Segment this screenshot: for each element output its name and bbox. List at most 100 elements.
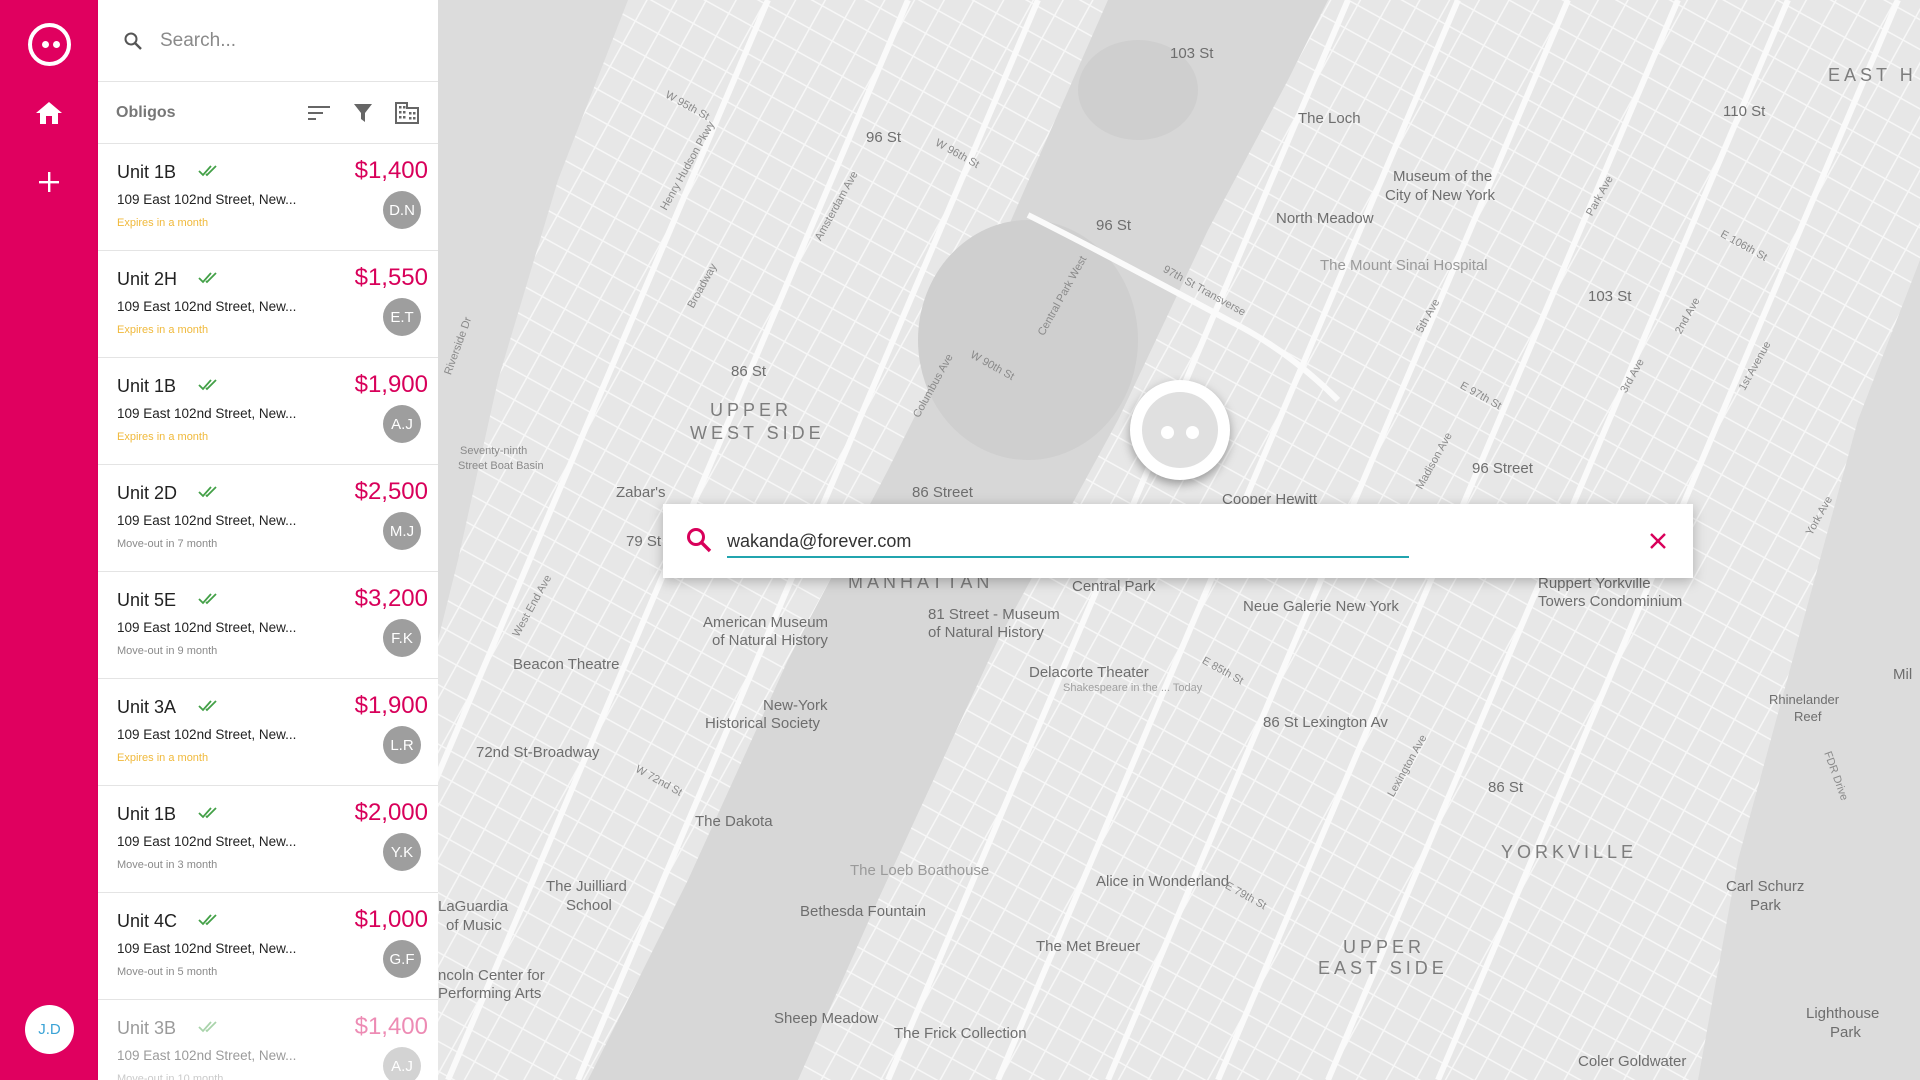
add-button[interactable] [29,162,69,202]
map-search-icon [687,528,712,553]
filter-button[interactable] [348,98,378,128]
map-label-sheep-meadow: Sheep Meadow [774,1010,879,1027]
map-label-the-loch: The Loch [1298,110,1361,127]
address-label: 109 East 102nd Street, New... [117,513,297,528]
building-button[interactable] [392,98,422,128]
unit-label: Unit 1B [117,804,177,824]
app-logo-icon[interactable] [28,23,71,66]
map-label-nyhs-2: Historical Society [705,715,821,732]
map-label-amnh-2: of Natural History [712,632,828,649]
map-label-central-park: Central Park [1072,578,1156,595]
map-label-museum-city-2: City of New York [1385,187,1496,204]
lease-status: Move-out in 9 month [117,645,218,657]
double-check-icon [198,700,217,712]
listing-item[interactable]: Unit 3B $1,400 109 East 102nd Street, New.… [98,1000,438,1080]
tenant-avatar[interactable]: L.R [383,726,421,764]
double-check-icon [198,486,217,498]
unit-label: Unit 1B [117,376,177,396]
tenant-avatar[interactable]: E.T [383,298,421,336]
map-label-79th-boat-basin: Seventy-ninth [460,445,528,457]
map-label-mil: Mil [1893,666,1913,683]
address-label: 109 East 102nd Street, New... [117,834,297,849]
map-search-box [663,504,1693,578]
double-check-icon [198,593,217,605]
listing-item[interactable]: Unit 3A $1,900 109 East 102nd Street, New.… [98,679,438,786]
tenant-avatar[interactable]: A.J [383,1047,421,1080]
rent-price: $3,200 [354,585,428,612]
map-label-upper-east-side: UPPER [1343,937,1426,957]
map-label-museum-city: Museum of the [1393,168,1493,185]
rent-price: $2,500 [354,478,428,505]
home-icon [36,102,62,124]
home-button[interactable] [29,93,69,133]
address-label: 109 East 102nd Street, New... [117,1048,297,1063]
map-label-86-lexington: 86 St Lexington Av [1263,714,1388,731]
map-label-103-st: 103 St [1170,45,1214,62]
logo-eye-left [42,41,49,48]
tenant-avatar[interactable]: Y.K [383,833,421,871]
rent-price: $2,000 [354,799,428,826]
tenant-avatar[interactable]: F.K [383,619,421,657]
user-avatar[interactable]: J.D [25,1005,74,1054]
logo-eye-right [53,41,60,48]
app-rail: J.D [0,0,98,1080]
double-check-icon [198,807,217,819]
listing-item[interactable]: Unit 1B $1,400 109 East 102nd Street, New.… [98,144,438,251]
double-check-icon [198,1021,217,1033]
map-label-96-st-b: 96 St [1096,217,1132,234]
listing-item[interactable]: Unit 1B $2,000 109 East 102nd Street, New.… [98,786,438,893]
map-logo-eye-right [1186,426,1199,439]
list-title: Obligos [116,103,176,121]
unit-label: Unit 3B [117,1018,177,1038]
lease-status: Move-out in 5 month [117,966,218,978]
sort-button[interactable] [304,98,334,128]
map-label-loeb: The Loeb Boathouse [850,862,990,879]
map-label-laguardia: LaGuardia [438,898,509,915]
map-label-upper-east-side-2: EAST SIDE [1318,958,1448,978]
listing-item[interactable]: Unit 5E $3,200 109 East 102nd Street, New.… [98,572,438,679]
map-label-ruppert-2: Towers Condominium [1538,593,1683,610]
map-logo-eye-left [1161,426,1174,439]
map-label-zabars: Zabar's [616,484,666,501]
listing-item[interactable]: Unit 4C $1,000 109 East 102nd Street, New.… [98,893,438,1000]
map-label-81st-museum-2: of Natural History [928,624,1044,641]
tenant-avatar[interactable]: M.J [383,512,421,550]
map-search-input[interactable] [727,526,1409,558]
unit-label: Unit 2D [117,483,178,503]
map-label-bethesda: Bethesda Fountain [800,903,926,920]
list-search-bar [98,0,438,82]
clear-search-button[interactable] [1645,528,1671,554]
map-view[interactable]: UPPER WEST SIDE MANHATTAN YORKVILLE UPPE… [438,0,1920,1080]
list-toolbar: Obligos [98,82,438,144]
map-label-shakespeare: Shakespeare in the ... Today [1063,682,1203,694]
lease-status: Expires in a month [117,752,209,764]
rent-price: $1,400 [354,1013,428,1040]
tenant-avatar[interactable]: A.J [383,405,421,443]
close-icon [1650,533,1666,549]
tenant-avatar[interactable]: D.N [383,191,421,229]
lease-status: Move-out in 7 month [117,538,218,550]
map-label-delacorte: Delacorte Theater [1029,664,1149,681]
filter-icon [354,103,372,122]
rent-price: $1,900 [354,371,428,398]
listing-item[interactable]: Unit 2D $2,500 109 East 102nd Street, New.… [98,465,438,572]
map-label-96-st-a: 96 St [866,129,902,146]
rent-price: $1,900 [354,692,428,719]
sort-icon [308,105,330,120]
listing-item[interactable]: Unit 1B $1,900 109 East 102nd Street, New.… [98,358,438,465]
list-search-input[interactable] [160,29,400,52]
double-check-icon [198,272,217,284]
map-label-alice: Alice in Wonderland [1096,873,1230,890]
listing-item[interactable]: Unit 2H $1,550 109 East 102nd Street, New.… [98,251,438,358]
unit-label: Unit 2H [117,269,178,289]
map-label-juilliard: The Juilliard [546,878,627,895]
map-label-yorkville: YORKVILLE [1501,842,1638,862]
map-label-96-street: 96 Street [1472,460,1533,477]
unit-label: Unit 3A [117,697,177,717]
map-label-frick: The Frick Collection [894,1025,1027,1042]
map-label-79-st: 79 St [626,533,662,550]
plus-icon [39,172,59,192]
tenant-avatar[interactable]: G.F [383,940,421,978]
rent-price: $1,400 [354,157,428,184]
map-label-rhinelander-2: Reef [1794,709,1822,724]
